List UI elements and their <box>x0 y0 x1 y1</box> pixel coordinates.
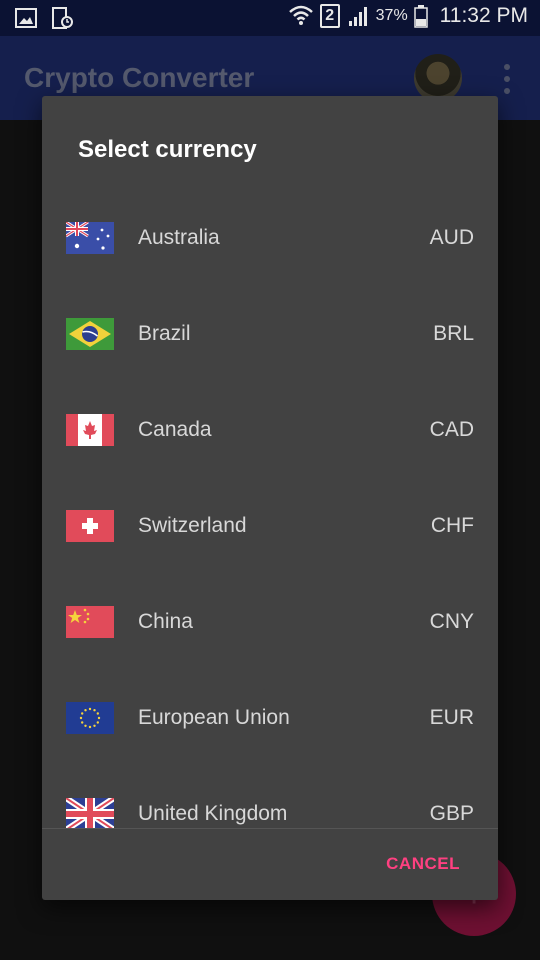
status-bar: 2 37% 11:32 PM <box>0 0 540 36</box>
screenshot-icon <box>50 6 74 30</box>
currency-code: AUD <box>429 226 474 249</box>
battery-icon <box>413 4 428 28</box>
currency-code: CNY <box>429 610 474 633</box>
eu-flag-icon <box>66 702 114 734</box>
battery-percentage: 37% <box>375 7 408 24</box>
currency-item-cad[interactable]: Canada CAD <box>42 382 498 478</box>
cancel-button[interactable]: CANCEL <box>386 854 460 874</box>
currency-item-cny[interactable]: China CNY <box>42 574 498 670</box>
sim-slot-label: 2 <box>325 7 335 24</box>
country-name: Canada <box>138 418 212 441</box>
china-flag-icon <box>66 606 114 638</box>
select-currency-dialog: Select currency Australia AUD Brazil BRL… <box>42 96 498 900</box>
currency-item-brl[interactable]: Brazil BRL <box>42 286 498 382</box>
country-name: Brazil <box>138 322 191 345</box>
currency-code: CAD <box>429 418 474 441</box>
australia-flag-icon <box>66 222 114 254</box>
country-name: Switzerland <box>138 514 247 537</box>
currency-item-aud[interactable]: Australia AUD <box>42 190 498 286</box>
country-name: Australia <box>138 226 220 249</box>
currency-code: BRL <box>433 322 474 345</box>
status-time: 11:32 PM <box>439 4 528 27</box>
currency-code: CHF <box>430 514 474 537</box>
canada-flag-icon <box>66 414 114 446</box>
sim-2-icon: 2 <box>319 4 340 28</box>
uk-flag-icon <box>66 798 114 828</box>
currency-item-eur[interactable]: European Union EUR <box>42 670 498 766</box>
currency-list[interactable]: Australia AUD Brazil BRL Canada CAD Swit… <box>42 190 498 828</box>
country-name: United Kingdom <box>138 802 288 825</box>
dialog-title: Select currency <box>78 136 257 163</box>
gallery-icon <box>14 6 38 30</box>
currency-code: EUR <box>429 706 474 729</box>
currency-code: GBP <box>429 802 474 825</box>
dialog-divider <box>42 828 498 829</box>
wifi-icon <box>288 4 314 28</box>
brazil-flag-icon <box>66 318 114 350</box>
currency-item-gbp[interactable]: United Kingdom GBP <box>42 766 498 828</box>
country-name: China <box>138 610 193 633</box>
country-name: European Union <box>138 706 290 729</box>
signal-icon <box>346 4 370 28</box>
switzerland-flag-icon <box>66 510 114 542</box>
currency-item-chf[interactable]: Switzerland CHF <box>42 478 498 574</box>
